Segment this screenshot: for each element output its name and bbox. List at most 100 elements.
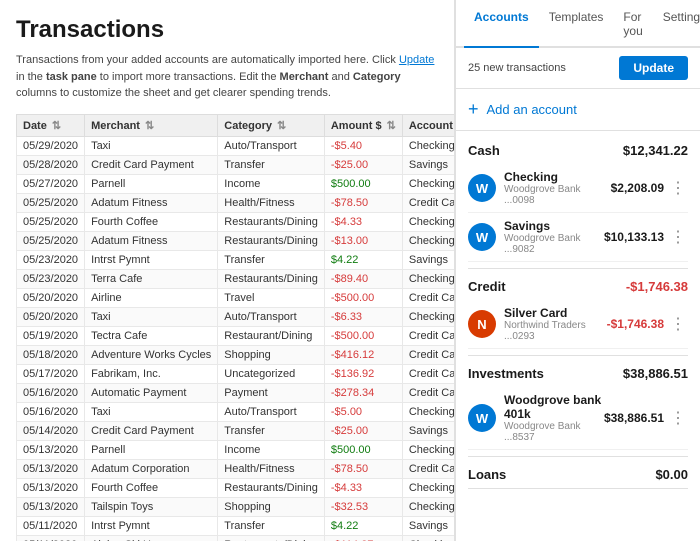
table-cell: Auto/Transport [218, 136, 325, 155]
account-icon: W [468, 174, 496, 202]
account-sub: Woodgrove Bank ...0098 [504, 184, 611, 206]
table-row: 05/19/2020Tectra CafeRestaurant/Dining-$… [17, 326, 456, 345]
table-cell: Transfer [218, 516, 325, 535]
table-cell: -$136.92 [324, 364, 402, 383]
table-cell: Credit Card Payment [85, 421, 218, 440]
group-name: Loans [468, 467, 506, 482]
table-cell: -$32.53 [324, 497, 402, 516]
table-cell: Alpine Ski House [85, 535, 218, 541]
account-menu-icon[interactable]: ⋮ [668, 227, 688, 247]
group-separator [468, 268, 688, 269]
table-cell: Savings [402, 516, 455, 535]
table-row: 05/27/2020ParnellIncome$500.00Checking [17, 174, 456, 193]
table-cell: Restaurants/Dining [218, 231, 325, 250]
account-details: Woodgrove bank 401kWoodgrove Bank ...853… [504, 393, 604, 443]
update-button[interactable]: Update [619, 56, 688, 80]
group-total: $0.00 [655, 467, 688, 482]
account-sub: Woodgrove Bank ...8537 [504, 421, 604, 443]
account-name: Woodgrove bank 401k [504, 393, 604, 421]
table-cell: Checking [402, 136, 455, 155]
table-row: 05/23/2020Intrst PymntTransfer$4.22Savin… [17, 250, 456, 269]
table-row: 05/14/2020Credit Card PaymentTransfer-$2… [17, 421, 456, 440]
table-cell: Health/Fitness [218, 459, 325, 478]
tab-settings[interactable]: Settings [653, 0, 700, 48]
table-cell: -$89.40 [324, 269, 402, 288]
table-row: 05/11/2020Alpine Ski HouseRestaurants/Di… [17, 535, 456, 541]
account-amount: -$1,746.38 [607, 317, 664, 331]
tab-accounts[interactable]: Accounts [464, 0, 539, 48]
add-account-button[interactable]: + Add an account [456, 89, 700, 131]
account-details: Silver CardNorthwind Traders ...0293 [504, 306, 607, 342]
account-sub: Woodgrove Bank ...9082 [504, 233, 604, 255]
table-cell: 05/28/2020 [17, 155, 85, 174]
table-header-row: Date ⇅ Merchant ⇅ Category ⇅ Amount $ ⇅ … [17, 114, 456, 136]
table-cell: Credit Card [402, 383, 455, 402]
table-cell: -$78.50 [324, 459, 402, 478]
table-cell: Credit Card [402, 345, 455, 364]
table-cell: Checking [402, 269, 455, 288]
group-name: Credit [468, 279, 506, 294]
group-header: Credit-$1,746.38 [468, 279, 688, 294]
table-cell: Adatum Corporation [85, 459, 218, 478]
group-header: Cash$12,341.22 [468, 143, 688, 158]
account-group: Cash$12,341.22WCheckingWoodgrove Bank ..… [468, 143, 688, 269]
table-row: 05/13/2020Adatum CorporationHealth/Fitne… [17, 459, 456, 478]
table-cell: Checking [402, 231, 455, 250]
table-cell: $500.00 [324, 440, 402, 459]
table-cell: Checking [402, 478, 455, 497]
table-row: 05/20/2020AirlineTravel-$500.00Credit Ca… [17, 288, 456, 307]
account-menu-icon[interactable]: ⋮ [668, 178, 688, 198]
tab-for-you[interactable]: For you [613, 0, 652, 48]
table-cell: Credit Card [402, 459, 455, 478]
table-cell: Adventure Works Cycles [85, 345, 218, 364]
transactions-body: 05/29/2020TaxiAuto/Transport-$5.40Checki… [17, 136, 456, 541]
table-row: 05/25/2020Adatum FitnessRestaurants/Dini… [17, 231, 456, 250]
add-icon: + [468, 99, 479, 120]
left-panel: Transactions Transactions from your adde… [0, 0, 455, 541]
table-cell: -$25.00 [324, 421, 402, 440]
col-account-type: Account Type ⇅ [402, 114, 455, 136]
table-cell: Adatum Fitness [85, 231, 218, 250]
table-cell: 05/25/2020 [17, 231, 85, 250]
table-cell: Credit Card [402, 326, 455, 345]
table-cell: Shopping [218, 345, 325, 364]
table-cell: Checking [402, 307, 455, 326]
table-cell: -$5.40 [324, 136, 402, 155]
table-cell: Fabrikam, Inc. [85, 364, 218, 383]
col-merchant: Merchant ⇅ [85, 114, 218, 136]
table-cell: Restaurants/Dining [218, 535, 325, 541]
table-cell: Credit Card Payment [85, 155, 218, 174]
table-cell: Restaurant/Dining [218, 326, 325, 345]
table-cell: Credit Card [402, 364, 455, 383]
table-row: 05/25/2020Adatum FitnessHealth/Fitness-$… [17, 193, 456, 212]
table-cell: Checking [402, 535, 455, 541]
table-cell: Savings [402, 250, 455, 269]
table-row: 05/13/2020ParnellIncome$500.00Checking [17, 440, 456, 459]
account-icon: W [468, 404, 496, 432]
table-cell: $4.22 [324, 250, 402, 269]
add-account-label: Add an account [487, 102, 577, 117]
account-menu-icon[interactable]: ⋮ [668, 408, 688, 428]
table-cell: Airline [85, 288, 218, 307]
account-menu-icon[interactable]: ⋮ [668, 314, 688, 334]
table-cell: -$114.37 [324, 535, 402, 541]
account-name: Checking [504, 170, 611, 184]
account-details: SavingsWoodgrove Bank ...9082 [504, 219, 604, 255]
table-cell: 05/20/2020 [17, 307, 85, 326]
table-cell: 05/11/2020 [17, 535, 85, 541]
table-cell: Intrst Pymnt [85, 516, 218, 535]
table-cell: Income [218, 440, 325, 459]
table-cell: -$416.12 [324, 345, 402, 364]
col-amount: Amount $ ⇅ [324, 114, 402, 136]
table-cell: Savings [402, 155, 455, 174]
account-amount: $2,208.09 [611, 181, 664, 195]
table-cell: Intrst Pymnt [85, 250, 218, 269]
group-header: Loans $0.00 [468, 467, 688, 482]
table-cell: Travel [218, 288, 325, 307]
table-cell: -$78.50 [324, 193, 402, 212]
update-link[interactable]: Update [399, 54, 434, 66]
account-sub: Northwind Traders ...0293 [504, 320, 607, 342]
table-cell: Health/Fitness [218, 193, 325, 212]
table-cell: 05/13/2020 [17, 478, 85, 497]
tab-templates[interactable]: Templates [539, 0, 614, 48]
